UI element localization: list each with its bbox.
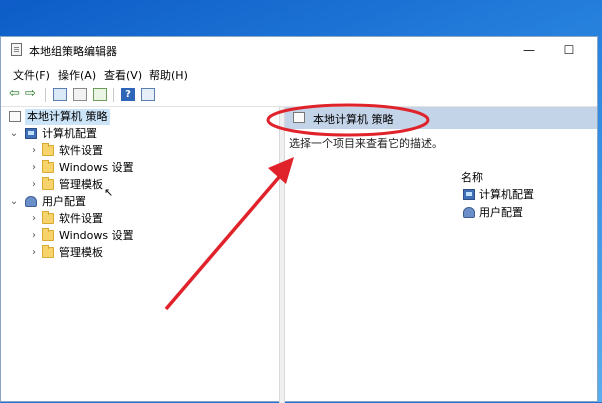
tree-item-user-config[interactable]: ⌄ 用户配置 [9, 194, 269, 210]
tree-label: 管理模板 [59, 178, 103, 191]
forward-arrow-icon[interactable]: ⇨ [25, 87, 39, 101]
show-hide-tree-icon[interactable] [53, 88, 67, 101]
toolbar-separator [113, 88, 114, 102]
folder-icon [42, 177, 54, 190]
back-arrow-icon[interactable]: ⇦ [9, 87, 23, 101]
menu-view[interactable]: 查看(V) [104, 67, 142, 83]
tree-label: 本地计算机 策略 [25, 109, 110, 125]
chevron-right-icon[interactable]: › [29, 211, 39, 227]
title-bar[interactable]: 本地组策略编辑器 — ☐ [1, 37, 597, 63]
user-icon [25, 196, 37, 207]
description-text: 选择一个项目来查看它的描述。 [289, 137, 443, 150]
menu-help[interactable]: 帮助(H) [149, 67, 188, 83]
policy-app-icon [11, 43, 22, 56]
menu-file[interactable]: 文件(F) [13, 67, 50, 83]
folder-icon [42, 228, 54, 241]
properties-icon[interactable] [73, 88, 87, 101]
details-title: 本地计算机 策略 [313, 113, 394, 126]
mouse-cursor-icon: ↖ [104, 186, 114, 199]
column-header-name[interactable]: 名称 [461, 169, 483, 185]
folder-icon [42, 211, 54, 224]
policy-document-icon [9, 111, 21, 122]
tree-item-user-windows[interactable]: › Windows 设置 [29, 228, 269, 244]
menu-action[interactable]: 操作(A) [58, 67, 96, 83]
tree-label: Windows 设置 [59, 161, 134, 174]
folder-icon [42, 245, 54, 258]
policy-document-icon [293, 112, 305, 123]
list-item-label: 用户配置 [479, 206, 523, 219]
tree-item-computer-software[interactable]: › 软件设置 [29, 143, 269, 159]
computer-icon [463, 189, 475, 200]
tree-item-computer-config[interactable]: ⌄ 计算机配置 [9, 126, 269, 142]
tree-item-computer-admin-templates[interactable]: › 管理模板 [29, 177, 269, 193]
tree-item-user-software[interactable]: › 软件设置 [29, 211, 269, 227]
group-policy-editor-window: 本地组策略编辑器 — ☐ 文件(F) 操作(A) 查看(V) 帮助(H) ⇦ ⇨… [0, 36, 598, 403]
list-item-label: 计算机配置 [479, 188, 534, 201]
tree-label: 软件设置 [59, 144, 103, 157]
chevron-right-icon[interactable]: › [29, 245, 39, 261]
tree-label: 软件设置 [59, 212, 103, 225]
tree-item-root[interactable]: 本地计算机 策略 [9, 109, 269, 125]
tree-pane: 本地计算机 策略 ⌄ 计算机配置 › 软件设置 › Windows 设置 › 管… [1, 107, 279, 403]
chevron-down-icon[interactable]: ⌄ [9, 126, 19, 142]
tree-label: 计算机配置 [42, 127, 97, 140]
chevron-right-icon[interactable]: › [29, 228, 39, 244]
details-header: 本地计算机 策略 [285, 107, 597, 129]
chevron-down-icon[interactable]: ⌄ [9, 194, 19, 210]
tree-item-user-admin-templates[interactable]: › 管理模板 [29, 245, 269, 261]
help-icon[interactable]: ? [121, 88, 135, 101]
details-pane: 本地计算机 策略 选择一个项目来查看它的描述。 名称 计算机配置 用户配置 [285, 107, 597, 403]
export-list-icon[interactable] [93, 88, 107, 101]
show-action-pane-icon[interactable] [141, 88, 155, 101]
minimize-button[interactable]: — [509, 37, 549, 63]
chevron-right-icon[interactable]: › [29, 177, 39, 193]
tree-label: 用户配置 [42, 195, 86, 208]
menu-bar: 文件(F) 操作(A) 查看(V) 帮助(H) [1, 64, 597, 84]
window-title: 本地组策略编辑器 [29, 45, 117, 58]
tree-label: Windows 设置 [59, 229, 134, 242]
maximize-button[interactable]: ☐ [549, 37, 589, 63]
toolbar: ⇦ ⇨ ? [1, 84, 597, 107]
user-icon [463, 207, 475, 218]
chevron-right-icon[interactable]: › [29, 143, 39, 159]
tree-label: 管理模板 [59, 246, 103, 259]
computer-icon [25, 128, 37, 139]
folder-icon [42, 143, 54, 156]
chevron-right-icon[interactable]: › [29, 160, 39, 176]
folder-icon [42, 160, 54, 173]
toolbar-separator [45, 88, 46, 102]
tree-item-computer-windows[interactable]: › Windows 设置 [29, 160, 269, 176]
